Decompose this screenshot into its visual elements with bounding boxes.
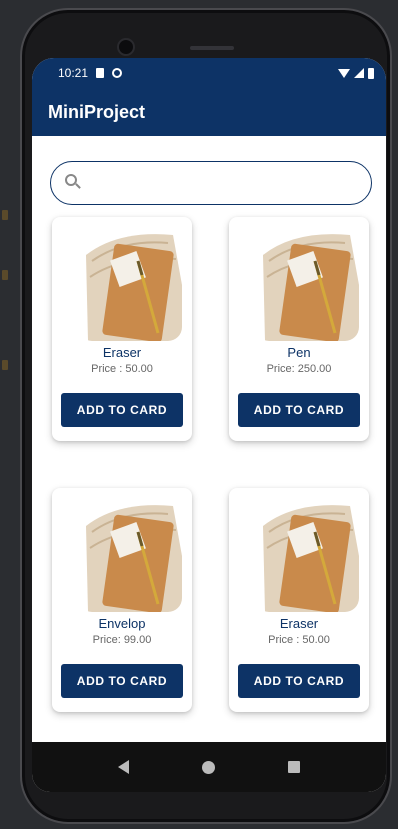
- search-bar[interactable]: [50, 161, 372, 205]
- system-nav-bar: [32, 742, 386, 792]
- add-to-card-button[interactable]: ADD TO CARD: [61, 664, 183, 698]
- app-screen: 10:21 MiniProject Eraser Price: 50.00 A…: [32, 58, 386, 792]
- product-card[interactable]: Envelop Price: 99.00 ADD TO CARD: [52, 488, 192, 712]
- camera-icon: [117, 38, 135, 56]
- sync-icon: [112, 68, 123, 78]
- product-name: Pen: [287, 345, 311, 360]
- product-price: Price: 99.00: [92, 634, 152, 646]
- product-image: [78, 496, 182, 612]
- product-image: [255, 496, 359, 612]
- product-name: Eraser: [102, 345, 142, 360]
- home-icon[interactable]: [201, 760, 215, 774]
- back-icon[interactable]: [118, 760, 130, 774]
- product-card[interactable]: Eraser Price : 50.00 ADD TO CARD: [229, 488, 369, 712]
- signal-icon: [354, 68, 364, 78]
- product-price: Price : 50.00: [91, 363, 153, 375]
- app-bar: MiniProject: [32, 88, 386, 136]
- add-to-card-button[interactable]: ADD TO CARD: [238, 393, 360, 427]
- product-card[interactable]: Eraser Price : 50.00 ADD TO CARD: [52, 217, 192, 441]
- wifi-icon: [338, 68, 350, 78]
- ide-marker: [2, 360, 8, 370]
- product-card[interactable]: Pen Price: 250.00 ADD TO CARD: [229, 217, 369, 441]
- status-time: 10:21: [58, 66, 89, 80]
- product-image: [78, 225, 182, 341]
- ide-marker: [2, 270, 8, 280]
- product-price: Price: 250.00: [266, 363, 332, 375]
- product-price: Price : 50.00: [268, 634, 330, 646]
- speaker-grille: [190, 46, 234, 50]
- product-image: [255, 225, 359, 341]
- ide-marker: [2, 210, 8, 220]
- ide-gutter: [0, 120, 12, 720]
- search-input[interactable]: [91, 175, 371, 191]
- product-name: Eraser: [279, 616, 319, 631]
- sd-card-icon: [96, 68, 105, 78]
- product-name: Envelop: [98, 616, 146, 631]
- app-title: MiniProject: [48, 101, 146, 122]
- status-bar: 10:21: [32, 58, 386, 88]
- search-icon: [65, 174, 83, 192]
- battery-icon: [368, 67, 374, 79]
- add-to-card-button[interactable]: ADD TO CARD: [61, 393, 183, 427]
- recents-icon[interactable]: [287, 761, 300, 773]
- add-to-card-button[interactable]: ADD TO CARD: [238, 664, 360, 698]
